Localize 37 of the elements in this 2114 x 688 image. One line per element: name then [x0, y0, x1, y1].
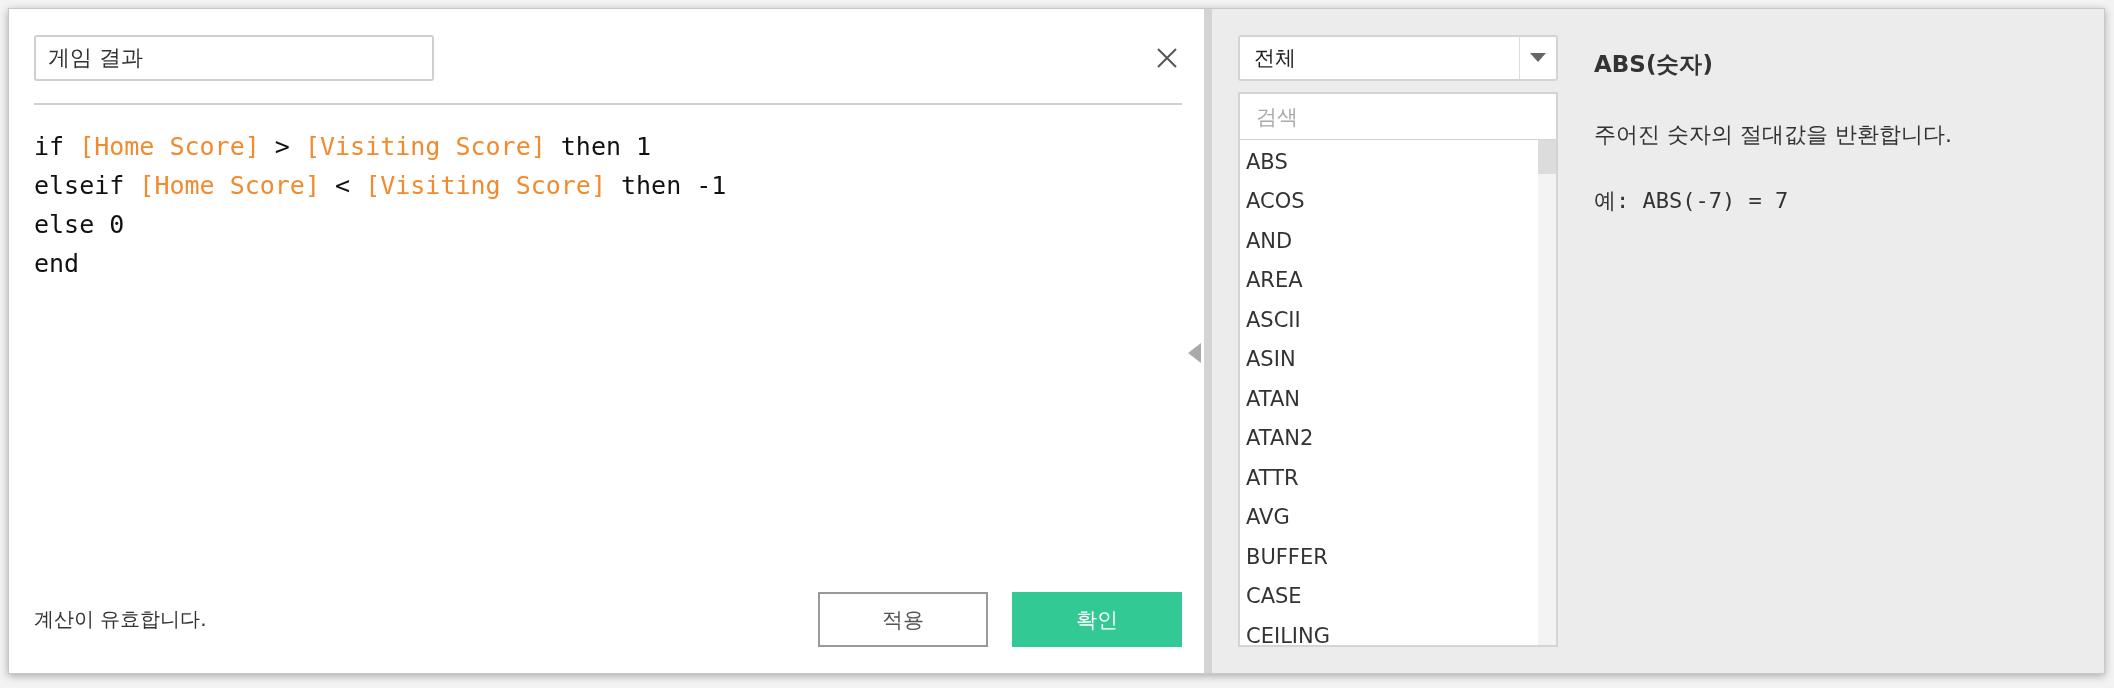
function-item[interactable]: ATAN2 [1240, 418, 1538, 458]
category-dropdown[interactable]: 전체 [1238, 35, 1558, 81]
function-item[interactable]: ABS [1240, 142, 1538, 182]
calculation-name-field[interactable]: 게임 결과 [34, 35, 434, 81]
function-item[interactable]: CASE [1240, 576, 1538, 616]
field-reference: [Home Score] [79, 132, 260, 161]
collapse-arrow-icon[interactable] [1188, 343, 1202, 363]
function-item[interactable]: ASCII [1240, 300, 1538, 340]
validation-status: 계산이 유효합니다. [34, 606, 207, 633]
function-item[interactable]: AVG [1240, 497, 1538, 537]
function-signature: ABS(숫자) [1594, 50, 1714, 79]
function-example: 예: ABS(-7) = 7 [1594, 187, 1790, 215]
code-text: end [34, 249, 80, 278]
code-text: if [34, 132, 66, 161]
function-item[interactable]: ATAN [1240, 379, 1538, 419]
function-item[interactable]: ATTR [1240, 458, 1538, 498]
function-description: 주어진 숫자의 절대값을 반환합니다. [1594, 121, 1952, 149]
code-text: elseif [34, 171, 126, 200]
function-item[interactable]: AND [1240, 221, 1538, 261]
search-field[interactable]: 검색 [1238, 92, 1558, 140]
code-text: < [334, 171, 352, 200]
code-text: then 1 [559, 132, 652, 161]
code-text: then -1 [620, 171, 727, 200]
function-item[interactable]: AREA [1240, 260, 1538, 300]
apply-button[interactable]: 적용 [818, 592, 988, 647]
code-text: > [273, 132, 291, 161]
code-text: else 0 [34, 210, 125, 239]
scrollbar[interactable] [1538, 140, 1556, 645]
function-item[interactable]: BUFFER [1240, 537, 1538, 577]
field-reference: [Visiting Score] [304, 132, 546, 161]
formula-editor[interactable]: if [Home Score] > [Visiting Score] then 1 elseif [Home Score] < [Visiting Score] then -1 else 0 end [34, 105, 1182, 592]
function-item[interactable]: ASIN [1240, 339, 1538, 379]
field-reference: [Home Score] [139, 171, 320, 200]
caret-icon [1530, 53, 1546, 63]
function-item[interactable]: ACOS [1240, 181, 1538, 221]
function-item[interactable]: CEILING [1240, 616, 1538, 645]
field-reference: [Visiting Score] [365, 171, 606, 200]
